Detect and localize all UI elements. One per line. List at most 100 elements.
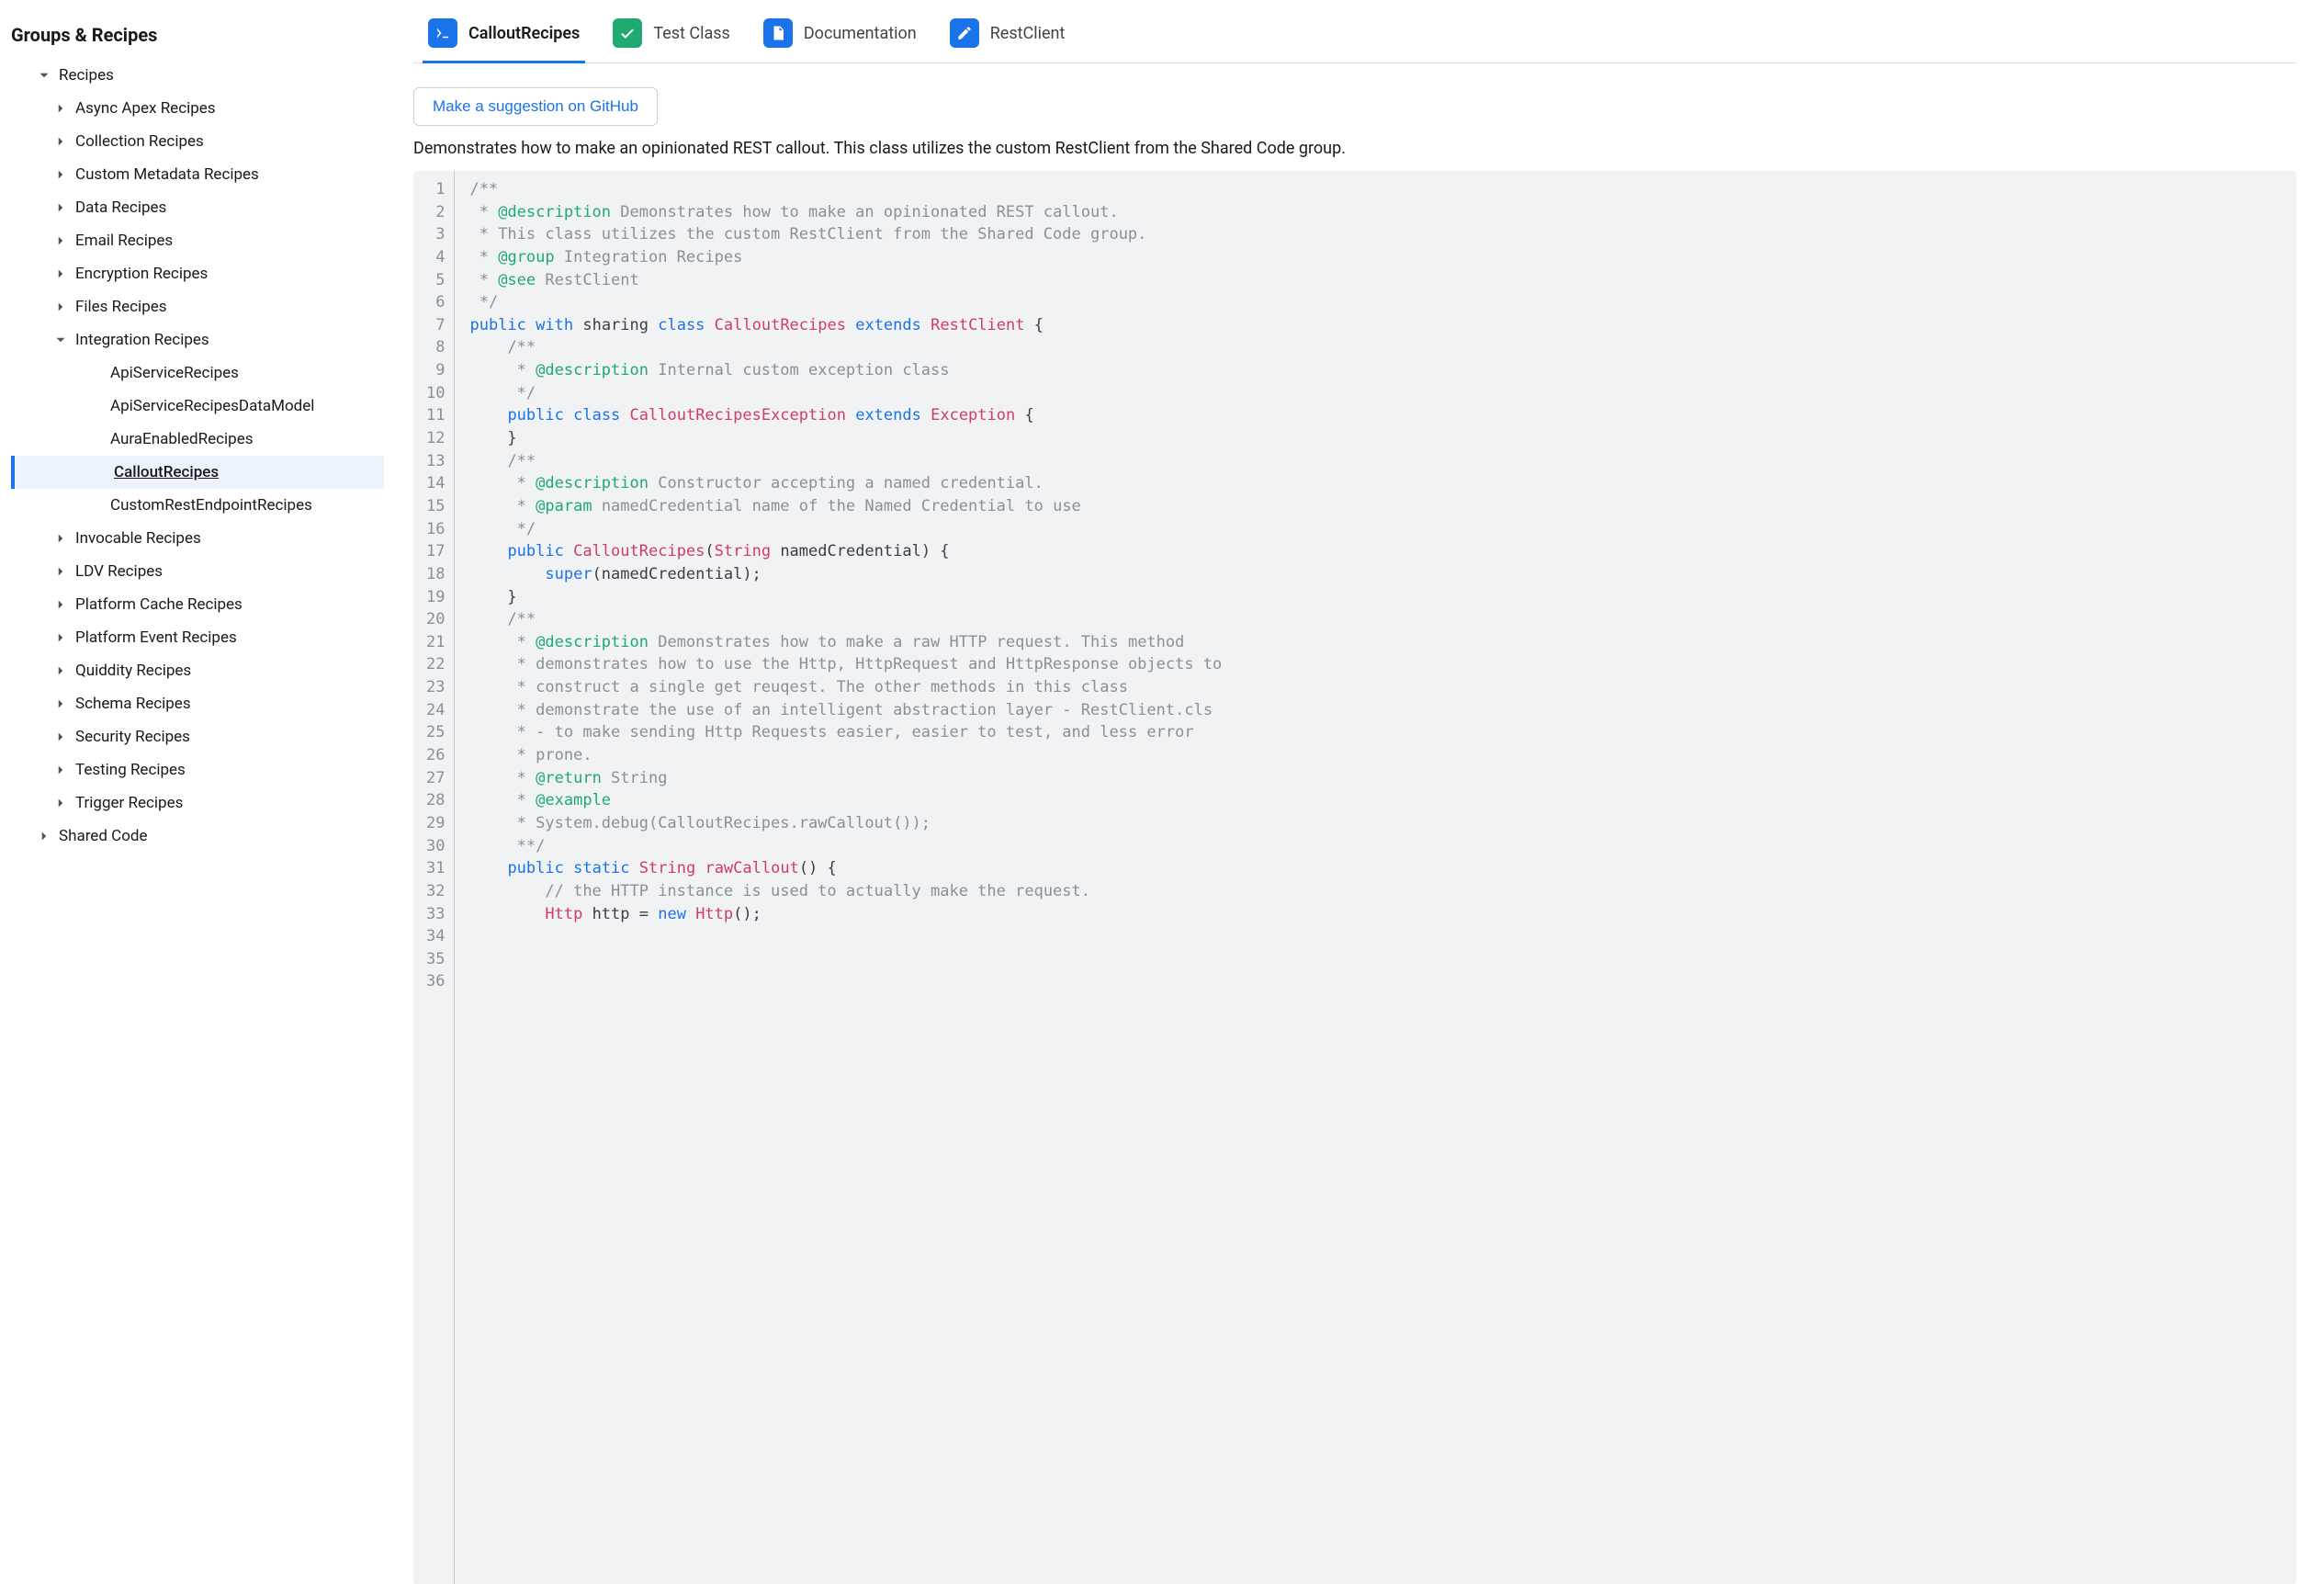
tree-item-label: Platform Cache Recipes (75, 595, 243, 614)
tree-item-data-recipes[interactable]: Data Recipes (11, 191, 384, 224)
tree-item-collection-recipes[interactable]: Collection Recipes (11, 125, 384, 158)
chevron-right-icon[interactable] (37, 829, 51, 843)
tree-item-label: LDV Recipes (75, 562, 163, 581)
tree-item-ldv-recipes[interactable]: LDV Recipes (11, 555, 384, 588)
tree-item-apiservicerecipesdatamodel[interactable]: ApiServiceRecipesDataModel (11, 390, 384, 423)
code-line: public with sharing class CalloutRecipes… (469, 314, 2282, 337)
code-line: */ (469, 291, 2282, 314)
code-line: */ (469, 382, 2282, 405)
tree-item-security-recipes[interactable]: Security Recipes (11, 720, 384, 753)
tree-item-label: Collection Recipes (75, 132, 204, 151)
tree-item-encryption-recipes[interactable]: Encryption Recipes (11, 257, 384, 290)
tree-item-customrestendpointrecipes[interactable]: CustomRestEndpointRecipes (11, 489, 384, 522)
code-line: * demonstrate the use of an intelligent … (469, 699, 2282, 722)
tree-item-apiservicerecipes[interactable]: ApiServiceRecipes (11, 356, 384, 390)
code-line: /** (469, 178, 2282, 201)
tree-item-label: Data Recipes (75, 198, 166, 217)
tree-item-quiddity-recipes[interactable]: Quiddity Recipes (11, 654, 384, 687)
code-line: } (469, 427, 2282, 450)
chevron-right-icon[interactable] (53, 630, 68, 645)
chevron-down-icon[interactable] (53, 333, 68, 347)
tree-item-platform-event-recipes[interactable]: Platform Event Recipes (11, 621, 384, 654)
tab-restclient[interactable]: RestClient (944, 9, 1071, 63)
code-block[interactable]: 1234567891011121314151617181920212223242… (413, 171, 2296, 1584)
tab-documentation[interactable]: Documentation (758, 9, 922, 63)
tree-item-trigger-recipes[interactable]: Trigger Recipes (11, 786, 384, 820)
code-line: * @example (469, 789, 2282, 812)
chevron-right-icon[interactable] (53, 796, 68, 810)
chevron-right-icon[interactable] (53, 663, 68, 678)
tab-bar: CalloutRecipes Test Class Documentation Res… (413, 9, 2296, 63)
main-panel: CalloutRecipes Test Class Documentation Res… (395, 0, 2324, 1584)
code-line: * demonstrates how to use the Http, Http… (469, 653, 2282, 676)
tree-item-label: Recipes (59, 66, 114, 85)
code-line: public static String rawCallout() { (469, 857, 2282, 880)
tree-item-invocable-recipes[interactable]: Invocable Recipes (11, 522, 384, 555)
chevron-right-icon[interactable] (53, 266, 68, 281)
doc-icon (763, 18, 793, 48)
code-line: * System.debug(CalloutRecipes.rawCallout… (469, 812, 2282, 835)
chevron-right-icon[interactable] (53, 696, 68, 711)
tree-item-schema-recipes[interactable]: Schema Recipes (11, 687, 384, 720)
tree-item-label: ApiServiceRecipes (110, 364, 239, 382)
code-line: /** (469, 336, 2282, 359)
tree-item-integration-recipes[interactable]: Integration Recipes (11, 323, 384, 356)
tree-item-label: Trigger Recipes (75, 794, 183, 812)
sidebar-title: Groups & Recipes (11, 18, 384, 59)
tree-item-label: Testing Recipes (75, 761, 186, 779)
code-line: * @see RestClient (469, 269, 2282, 292)
code-line: **/ (469, 835, 2282, 858)
tree-item-label: Encryption Recipes (75, 265, 208, 283)
tree-item-recipes[interactable]: Recipes (11, 59, 384, 92)
tree-item-async-apex-recipes[interactable]: Async Apex Recipes (11, 92, 384, 125)
chevron-right-icon[interactable] (53, 300, 68, 314)
code-gutter: 1234567891011121314151617181920212223242… (413, 171, 455, 1584)
tree-item-label: Files Recipes (75, 298, 167, 316)
chevron-right-icon[interactable] (53, 233, 68, 248)
tab-test-class[interactable]: Test Class (607, 9, 736, 63)
suggest-github-button[interactable]: Make a suggestion on GitHub (413, 87, 658, 126)
tree-item-email-recipes[interactable]: Email Recipes (11, 224, 384, 257)
chevron-right-icon[interactable] (53, 564, 68, 579)
class-description: Demonstrates how to make an opinionated … (413, 135, 2296, 171)
tree-item-label: Email Recipes (75, 232, 173, 250)
tree-item-custom-metadata-recipes[interactable]: Custom Metadata Recipes (11, 158, 384, 191)
tree-item-label: Shared Code (59, 827, 148, 845)
tree-item-label: AuraEnabledRecipes (110, 430, 253, 448)
code-line: } (469, 586, 2282, 609)
chevron-down-icon[interactable] (37, 68, 51, 83)
tab-label: CalloutRecipes (468, 24, 580, 43)
tree-item-shared-code[interactable]: Shared Code (11, 820, 384, 853)
sidebar: Groups & Recipes Recipes Async Apex Recip… (0, 0, 395, 1584)
terminal-icon (428, 18, 457, 48)
tree-item-auraenabledrecipes[interactable]: AuraEnabledRecipes (11, 423, 384, 456)
chevron-right-icon[interactable] (53, 200, 68, 215)
tree-item-calloutrecipes[interactable]: CalloutRecipes (11, 456, 384, 489)
code-line: * @description Demonstrates how to make … (469, 201, 2282, 224)
tree-item-files-recipes[interactable]: Files Recipes (11, 290, 384, 323)
chevron-right-icon[interactable] (53, 730, 68, 744)
chevron-right-icon[interactable] (53, 167, 68, 182)
chevron-right-icon[interactable] (53, 597, 68, 612)
chevron-right-icon[interactable] (53, 763, 68, 777)
chevron-right-icon[interactable] (53, 531, 68, 546)
chevron-right-icon[interactable] (53, 134, 68, 149)
tree-item-testing-recipes[interactable]: Testing Recipes (11, 753, 384, 786)
code-line: * @description Demonstrates how to make … (469, 631, 2282, 654)
check-icon (613, 18, 642, 48)
code-line: * @description Constructor accepting a n… (469, 472, 2282, 495)
code-line: super(namedCredential); (469, 563, 2282, 586)
sidebar-tree: Recipes Async Apex Recipes Collection Reci… (11, 59, 384, 853)
tree-item-label: Schema Recipes (75, 695, 191, 713)
action-row: Make a suggestion on GitHub (413, 63, 2296, 135)
tab-calloutrecipes[interactable]: CalloutRecipes (423, 9, 585, 63)
tree-item-label: Custom Metadata Recipes (75, 165, 259, 184)
code-line: * @param namedCredential name of the Nam… (469, 495, 2282, 518)
code-line: */ (469, 518, 2282, 541)
tree-item-platform-cache-recipes[interactable]: Platform Cache Recipes (11, 588, 384, 621)
code-line: /** (469, 450, 2282, 473)
tree-item-label: Integration Recipes (75, 331, 209, 349)
code-line: * This class utilizes the custom RestCli… (469, 223, 2282, 246)
code-line: * @group Integration Recipes (469, 246, 2282, 269)
chevron-right-icon[interactable] (53, 101, 68, 116)
